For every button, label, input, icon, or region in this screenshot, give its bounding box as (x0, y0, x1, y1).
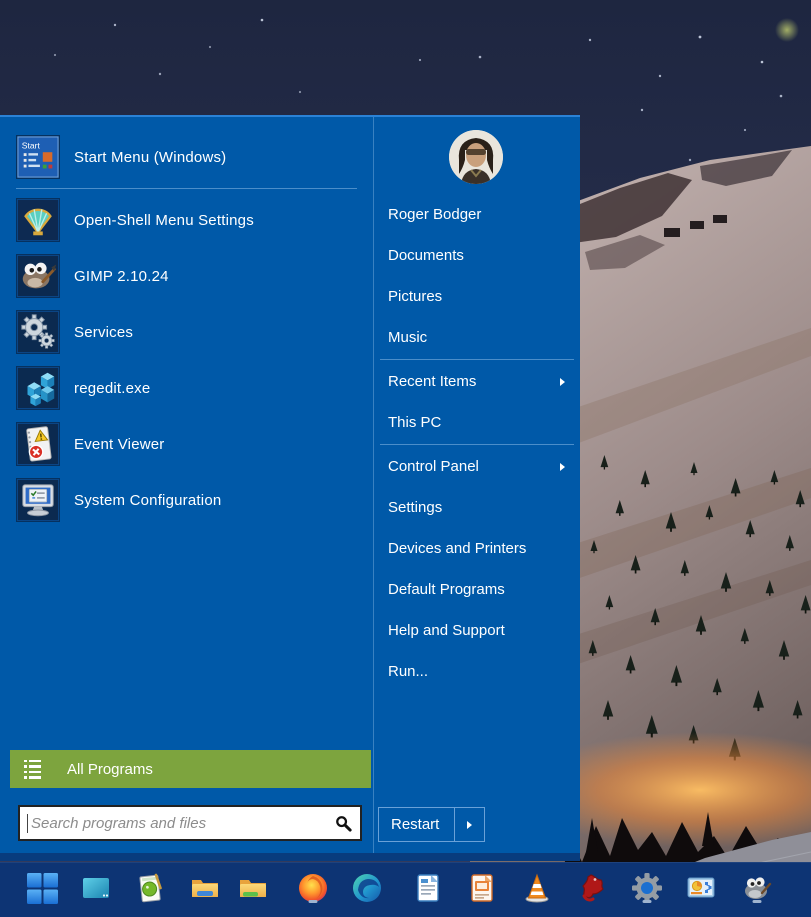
program-item-open-shell-settings[interactable]: Open-Shell Menu Settings (0, 192, 373, 248)
program-item-label: Open-Shell Menu Settings (74, 212, 254, 229)
menu-item-pictures[interactable]: Pictures (374, 276, 580, 317)
program-item-label: Services (74, 324, 133, 341)
program-item-label: regedit.exe (74, 380, 150, 397)
restart-button-group: Restart (378, 807, 485, 842)
submenu-arrow-icon (560, 378, 565, 386)
search-icon[interactable] (326, 807, 360, 839)
program-item-label: Event Viewer (74, 436, 165, 453)
menu-item-devices-and-printers[interactable]: Devices and Printers (374, 528, 580, 569)
program-item-gimp[interactable]: GIMP 2.10.24 (0, 248, 373, 304)
running-indicator (643, 900, 652, 903)
menu-item-user-name[interactable]: Roger Bodger (374, 194, 580, 235)
program-item-services[interactable]: Services (0, 304, 373, 360)
submenu-arrow-icon (467, 821, 472, 829)
red-lizard-app-icon[interactable] (574, 870, 610, 906)
menu-item-label: Documents (388, 247, 464, 264)
gimp-wilber-icon (16, 254, 60, 298)
menu-item-this-pc[interactable]: This PC (374, 402, 580, 443)
restart-button[interactable]: Restart (379, 808, 454, 841)
gimp-icon[interactable] (739, 870, 775, 906)
menu-item-label: Pictures (388, 288, 442, 305)
menu-bottom-edge (0, 853, 580, 861)
search-input[interactable] (28, 815, 326, 832)
libreoffice-impress-icon[interactable] (464, 870, 500, 906)
separator (380, 359, 574, 360)
program-item-label: GIMP 2.10.24 (74, 268, 169, 285)
program-list: Start Start Menu (Windows) Open-Shell Me… (0, 129, 373, 528)
menu-item-label: Default Programs (388, 581, 505, 598)
menu-item-run[interactable]: Run... (374, 651, 580, 692)
window-app-icon[interactable] (78, 870, 114, 906)
restart-options-arrow[interactable] (454, 808, 484, 841)
user-avatar[interactable] (449, 130, 503, 184)
program-item-regedit[interactable]: regedit.exe (0, 360, 373, 416)
svg-text:Start: Start (22, 140, 41, 150)
edge-icon[interactable] (349, 870, 385, 906)
menu-item-label: Run... (388, 663, 428, 680)
menu-item-help-and-support[interactable]: Help and Support (374, 610, 580, 651)
firefox-icon[interactable] (295, 870, 331, 906)
settings-gear-icon[interactable] (629, 870, 665, 906)
start-button[interactable] (24, 870, 60, 906)
user-name-label: Roger Bodger (388, 206, 481, 223)
open-shell-start-menu: Start Start Menu (Windows) Open-Shell Me… (0, 115, 580, 861)
separator (380, 444, 574, 445)
restart-label: Restart (391, 816, 439, 833)
separator (16, 188, 357, 189)
notepad-plus-plus-icon[interactable] (132, 870, 168, 906)
menu-item-label: Music (388, 329, 427, 346)
program-item-system-configuration[interactable]: System Configuration (0, 472, 373, 528)
menu-item-label: Help and Support (388, 622, 505, 639)
submenu-arrow-icon (560, 463, 565, 471)
menu-item-default-programs[interactable]: Default Programs (374, 569, 580, 610)
registry-cubes-icon (16, 366, 60, 410)
menu-item-label: Control Panel (388, 458, 479, 475)
all-programs-label: All Programs (67, 761, 153, 778)
menu-item-label: Settings (388, 499, 442, 516)
file-explorer-folder-icon[interactable] (187, 870, 223, 906)
menu-item-recent-items[interactable]: Recent Items (374, 361, 580, 402)
search-box (18, 805, 362, 841)
vlc-icon[interactable] (519, 870, 555, 906)
program-item-event-viewer[interactable]: Event Viewer (0, 416, 373, 472)
event-viewer-notebook-icon (16, 422, 60, 466)
services-gears-icon (16, 310, 60, 354)
running-indicator (753, 900, 762, 903)
folder-green-icon[interactable] (235, 870, 271, 906)
running-indicator (309, 900, 318, 903)
program-list-icon (24, 760, 41, 779)
menu-item-music[interactable]: Music (374, 317, 580, 358)
libreoffice-writer-icon[interactable] (410, 870, 446, 906)
menu-item-label: This PC (388, 414, 441, 431)
program-item-label: Start Menu (Windows) (74, 149, 226, 166)
menu-item-label: Recent Items (388, 373, 476, 390)
all-programs-button[interactable]: All Programs (10, 750, 371, 788)
start-menu-tile-icon: Start (16, 135, 60, 179)
program-item-start-menu-windows[interactable]: Start Start Menu (Windows) (0, 129, 373, 185)
taskbar (0, 862, 811, 917)
menu-item-settings[interactable]: Settings (374, 487, 580, 528)
menu-item-control-panel[interactable]: Control Panel (374, 446, 580, 487)
system-monitor-icon[interactable] (683, 870, 719, 906)
menu-item-documents[interactable]: Documents (374, 235, 580, 276)
system-config-monitor-icon (16, 478, 60, 522)
open-shell-seashell-icon (16, 198, 60, 242)
menu-item-label: Devices and Printers (388, 540, 526, 557)
program-item-label: System Configuration (74, 492, 221, 509)
